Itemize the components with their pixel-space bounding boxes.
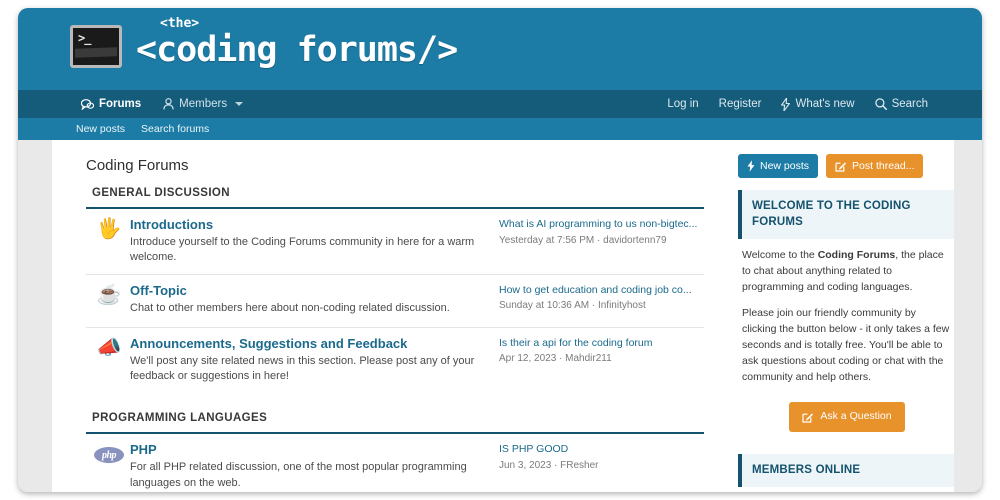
forum-row-php[interactable]: php PHP For all PHP related discussion, …: [86, 434, 704, 492]
nav-item-forums-label: Forums: [99, 98, 142, 110]
nav-item-search[interactable]: Search: [865, 90, 938, 118]
page-title: Coding Forums: [86, 157, 189, 174]
nav-right-group: Log in Register What's new Search: [657, 90, 938, 118]
nav-item-forums[interactable]: Forums: [70, 90, 152, 118]
pencil-square-icon: [802, 411, 814, 423]
nav-item-register[interactable]: Register: [709, 90, 772, 118]
pencil-square-icon: [835, 160, 847, 172]
forum-row-body: PHP For all PHP related discussion, one …: [130, 442, 499, 491]
last-post-title-link[interactable]: IS PHP GOOD: [499, 443, 704, 457]
sub-navigation: New posts Search forums: [18, 118, 982, 140]
forum-description: Chat to other members here about non-cod…: [130, 301, 450, 314]
nav-item-login-label: Log in: [667, 98, 699, 110]
forum-row-body: Introductions Introduce yourself to the …: [130, 217, 499, 266]
right-gutter: [954, 140, 982, 492]
forum-row-off-topic[interactable]: ☕ Off-Topic Chat to other members here a…: [86, 275, 704, 328]
forum-title-link[interactable]: Off-Topic: [130, 283, 489, 299]
ask-a-question-button-label: Ask a Question: [820, 409, 892, 422]
welcome-paragraph-2: Please join our friendly community by cl…: [742, 306, 950, 383]
forum-description: We'll post any site related news in this…: [130, 354, 475, 383]
nav-item-members[interactable]: Members: [152, 90, 254, 118]
last-post-meta: Sunday at 10:36 AM · Infinityhost: [499, 300, 646, 312]
forum-title-link[interactable]: PHP: [130, 442, 489, 458]
last-post-title-link[interactable]: Is their a api for the coding forum: [499, 337, 704, 351]
members-online-widget: MEMBERS ONLINE No members online now. To…: [738, 453, 954, 492]
members-online-header: MEMBERS ONLINE: [738, 453, 954, 488]
browser-page-frame: <the> <coding forums/> Forums: [18, 8, 982, 492]
wordmark-main: <coding forums/>: [136, 30, 458, 70]
wordmark-the: <the>: [160, 16, 200, 31]
last-post-cell: Is their a api for the coding forum Apr …: [499, 336, 704, 365]
last-post-meta: Jun 3, 2023 · FResher: [499, 459, 599, 471]
sidebar-action-buttons: New posts Post thread...: [738, 150, 954, 190]
left-gutter: [18, 140, 52, 492]
forum-row-body: Off-Topic Chat to other members here abo…: [130, 283, 499, 316]
ask-a-question-button[interactable]: Ask a Question: [789, 401, 905, 432]
forums-icon: [81, 98, 94, 110]
welcome-p1-bold: Coding Forums: [817, 249, 896, 262]
nav-item-whats-new[interactable]: What's new: [771, 90, 864, 118]
site-logo[interactable]: <the> <coding forums/>: [70, 17, 458, 70]
site-wordmark: <the> <coding forums/>: [136, 17, 458, 70]
megaphone-icon: 📣: [96, 336, 122, 359]
last-post-cell: How to get education and coding job co..…: [499, 283, 704, 312]
post-thread-button[interactable]: Post thread...: [826, 154, 924, 178]
nav-item-login[interactable]: Log in: [657, 90, 708, 118]
forum-section-general-discussion: GENERAL DISCUSSION 🖐 Introductions Intro…: [86, 187, 704, 392]
nav-item-whats-new-label: What's new: [795, 98, 855, 110]
forum-description: For all PHP related discussion, one of t…: [130, 461, 467, 489]
last-post-title-link[interactable]: How to get education and coding job co..…: [499, 284, 704, 298]
forum-row-introductions[interactable]: 🖐 Introductions Introduce yourself to th…: [86, 209, 704, 275]
members-icon: [163, 98, 174, 110]
coffee-cup-icon: ☕: [96, 283, 122, 306]
forum-title-link[interactable]: Announcements, Suggestions and Feedback: [130, 336, 489, 352]
lightning-icon: [781, 97, 791, 111]
forum-description: Introduce yourself to the Coding Forums …: [130, 236, 475, 264]
hand-wave-icon: 🖐: [96, 218, 122, 240]
lightning-icon: [747, 160, 755, 172]
forum-row-body: Announcements, Suggestions and Feedback …: [130, 336, 499, 385]
forum-title-link[interactable]: Introductions: [130, 217, 489, 233]
forum-row-announcements[interactable]: 📣 Announcements, Suggestions and Feedbac…: [86, 328, 704, 393]
nav-item-members-label: Members: [179, 98, 228, 110]
search-icon: [874, 98, 887, 110]
last-post-cell: IS PHP GOOD Jun 3, 2023 · FResher: [499, 442, 704, 471]
subnav-item-search-forums[interactable]: Search forums: [141, 123, 209, 135]
members-online-empty-text: No members online now.: [738, 487, 954, 492]
section-header: PROGRAMMING LANGUAGES: [86, 412, 704, 435]
new-posts-button[interactable]: New posts: [738, 154, 819, 178]
last-post-cell: What is AI programming to us non-bigtec.…: [499, 217, 704, 246]
main-content: Coding Forums GENERAL DISCUSSION 🖐 Intro…: [52, 140, 738, 492]
welcome-widget-body: Welcome to the Coding Forums, the place …: [738, 239, 954, 440]
php-logo-icon: php: [88, 442, 130, 464]
last-post-meta: Yesterday at 7:56 PM · davidortenn79: [499, 234, 667, 246]
ask-question-wrap: Ask a Question: [742, 396, 952, 436]
main-navigation: Forums Members Log in Register What's ne…: [18, 90, 982, 118]
page-body: Coding Forums GENERAL DISCUSSION 🖐 Intro…: [18, 140, 982, 492]
new-posts-button-label: New posts: [760, 160, 810, 172]
chevron-down-icon[interactable]: [235, 102, 244, 106]
welcome-widget: WELCOME TO THE CODING FORUMS Welcome to …: [738, 190, 954, 440]
welcome-widget-header: WELCOME TO THE CODING FORUMS: [738, 190, 954, 240]
nav-item-register-label: Register: [718, 98, 762, 110]
post-thread-button-label: Post thread...: [852, 160, 915, 172]
nav-left-group: Forums Members: [70, 90, 254, 118]
subnav-item-new-posts[interactable]: New posts: [76, 123, 125, 135]
last-post-meta: Apr 12, 2023 · Mahdir211: [499, 353, 612, 365]
right-sidebar: New posts Post thread... WELCOME TO THE …: [738, 140, 954, 492]
section-header: GENERAL DISCUSSION: [86, 187, 704, 209]
site-header: <the> <coding forums/>: [18, 8, 982, 90]
welcome-paragraph-1: Welcome to the Coding Forums, the place …: [742, 248, 952, 296]
welcome-p1-a: Welcome to the: [742, 249, 818, 262]
terminal-icon: [70, 25, 122, 68]
nav-item-search-label: Search: [891, 98, 928, 110]
forum-section-programming-languages: PROGRAMMING LANGUAGES php PHP For all PH…: [86, 412, 704, 492]
last-post-title-link[interactable]: What is AI programming to us non-bigtec.…: [499, 218, 704, 232]
